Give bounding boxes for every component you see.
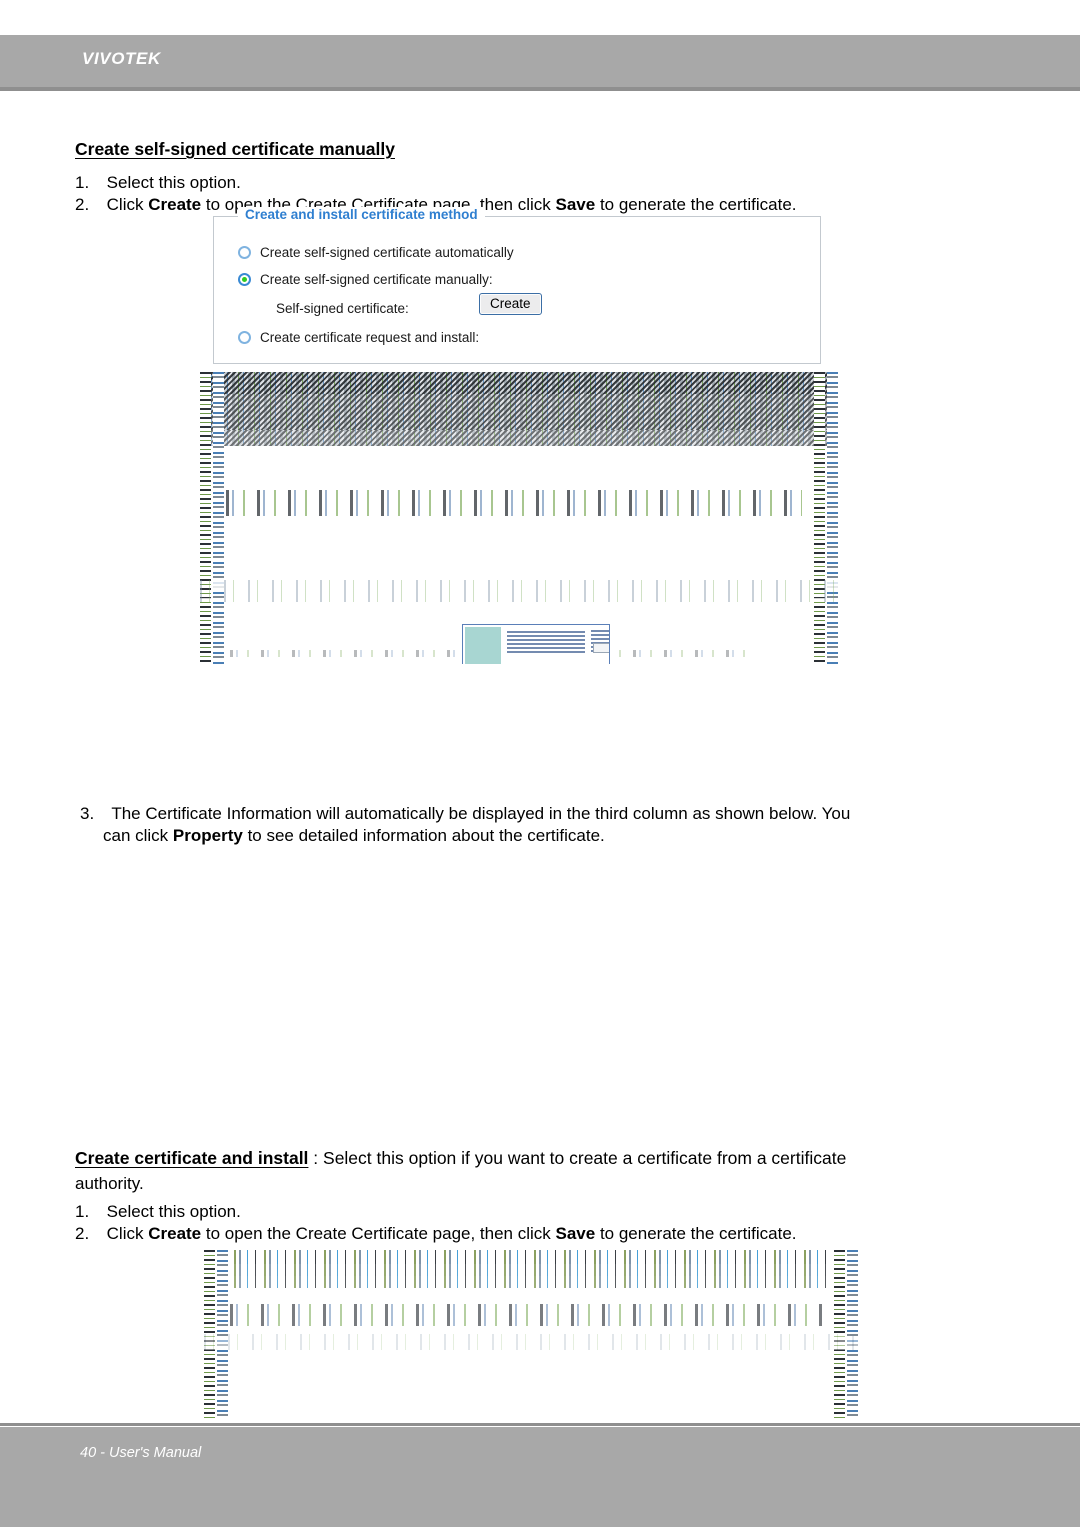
section-heading-manual-cert-text: Create self-signed certificate manually <box>75 139 395 159</box>
manual-step-2-suffix: to generate the certificate. <box>595 195 797 214</box>
manual-step-2-bold-create: Create <box>148 195 202 214</box>
thumbnail-sidebar <box>465 627 501 664</box>
manual-step-1-text: Select this option. <box>106 173 241 192</box>
page-footer: 40 - User's Manual <box>0 1427 1080 1527</box>
install-step-2-bold-create: Create <box>148 1224 202 1243</box>
manual-step-2-prefix: Click <box>106 195 149 214</box>
step-3-line-2-suffix: to see detailed information about the ce… <box>242 826 605 845</box>
section-heading-install-cert: Create certificate and install : Select … <box>75 1148 846 1169</box>
section-heading-manual-cert: Create self-signed certificate manually <box>75 139 395 160</box>
corrupted-screenshot-upper <box>200 372 838 664</box>
artifact-band-subtitle <box>200 430 838 446</box>
radio-option-auto[interactable]: Create self-signed certificate automatic… <box>238 245 514 260</box>
step-3-bold-property: Property <box>172 826 243 845</box>
radio-icon-manual-selected[interactable] <box>238 273 251 286</box>
create-button[interactable]: Create <box>479 293 542 315</box>
install-step-1-text: Select this option. <box>106 1202 241 1221</box>
install-step-2-number: 2. <box>75 1224 90 1243</box>
install-step-2-suffix: to generate the certificate. <box>595 1224 797 1243</box>
corrupted-screenshot-lower <box>204 1250 858 1418</box>
thumbnail-input-box <box>593 643 609 653</box>
step-3-line-2-prefix: can click <box>103 826 173 845</box>
radio-option-request[interactable]: Create certificate request and install: <box>238 330 479 345</box>
install-step-2: 2. Click Create to open the Create Certi… <box>75 1221 797 1246</box>
radio-option-manual[interactable]: Create self-signed certificate manually: <box>238 272 493 287</box>
artifact-edge-left-b <box>213 372 224 664</box>
install-step-2-middle: to open the Create Certificate page, the… <box>201 1224 556 1243</box>
install-cert-separator: : <box>308 1148 324 1168</box>
artifact-band-faint-1 <box>200 580 838 602</box>
thumbnail-text-block-left <box>507 631 585 655</box>
install-cert-description-line-2: authority. <box>75 1174 144 1193</box>
install-step-1-number: 1. <box>75 1202 90 1221</box>
footer-page-label: 40 - User's Manual <box>80 1445 202 1461</box>
artifact-ghost-line-1 <box>226 490 802 516</box>
manual-step-2-number: 2. <box>75 195 90 214</box>
artifact2-band-2 <box>204 1264 858 1276</box>
install-step-2-prefix: Click <box>106 1224 149 1243</box>
artifact-band-title <box>200 394 838 430</box>
radio-option-request-label: Create certificate request and install: <box>260 330 480 345</box>
artifact2-band-top <box>204 1250 858 1264</box>
cert-panel-legend: Create and install certificate method <box>238 207 485 222</box>
radio-icon-request[interactable] <box>238 331 251 344</box>
artifact2-band-faint <box>204 1334 858 1350</box>
page-header: VIVOTEK <box>0 35 1080 87</box>
page-content: VIVOTEK Create self-signed certificate m… <box>0 0 1080 1527</box>
artifact2-band-3 <box>204 1276 858 1288</box>
radio-icon-auto[interactable] <box>238 246 251 259</box>
step-3-number: 3. <box>80 804 95 823</box>
artifact-edge-right-b <box>827 372 838 664</box>
artifact-edge-right-a <box>814 372 825 664</box>
install-cert-description-line-1: Select this option if you want to create… <box>323 1148 847 1168</box>
certificate-dialog-thumbnail <box>462 624 610 664</box>
manual-step-1-number: 1. <box>75 173 90 192</box>
install-step-2-bold-save: Save <box>555 1224 596 1243</box>
brand-logo: VIVOTEK <box>82 49 161 68</box>
self-signed-certificate-label: Self-signed certificate: <box>276 301 409 316</box>
artifact-edge-left-a <box>200 372 211 664</box>
artifact-band-top <box>200 372 838 394</box>
radio-option-auto-label: Create self-signed certificate automatic… <box>260 245 514 260</box>
footer-divider <box>0 1423 1080 1426</box>
header-divider <box>0 87 1080 91</box>
step-3-text-line-1: The Certificate Information will automat… <box>111 804 851 823</box>
step-3-line-2: can click Property to see detailed infor… <box>103 823 605 848</box>
artifact2-ghost-line-1 <box>230 1304 824 1326</box>
manual-step-2-bold-save: Save <box>555 195 596 214</box>
create-install-certificate-method-panel: Create and install certificate method Cr… <box>213 207 821 364</box>
radio-option-manual-label: Create self-signed certificate manually: <box>260 272 493 287</box>
section-heading-install-cert-text: Create certificate and install <box>75 1148 309 1168</box>
